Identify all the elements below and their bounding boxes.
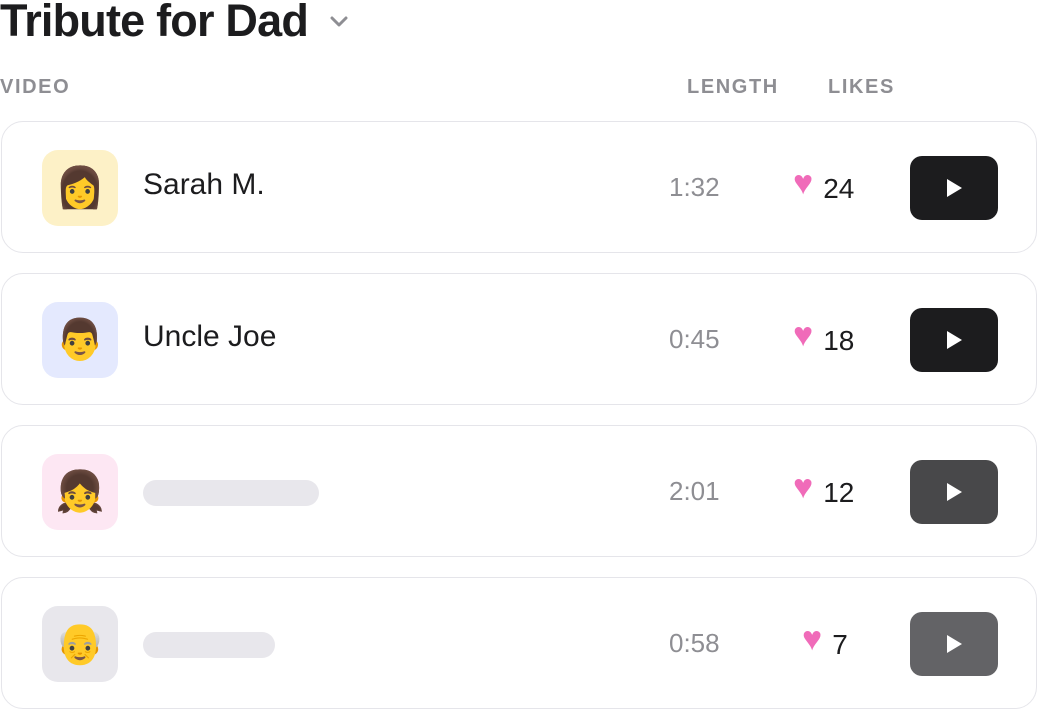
likes-count: 7 xyxy=(832,629,848,660)
likes-count-group: ♥ 24 xyxy=(793,166,855,204)
video-length: 0:45 xyxy=(669,324,720,354)
video-length: 2:01 xyxy=(669,476,720,506)
video-row[interactable]: 👨 Uncle Joe 0:45 ♥ 18 xyxy=(1,273,1037,405)
column-header-length: LENGTH xyxy=(687,76,779,98)
heart-icon: ♥ xyxy=(793,468,814,506)
play-button[interactable] xyxy=(910,308,998,372)
contributor-name: Uncle Joe xyxy=(143,320,277,353)
heart-icon: ♥ xyxy=(793,164,814,202)
video-row[interactable]: 👴 0:58 ♥ 7 xyxy=(1,577,1037,709)
page-title: Tribute for Dad xyxy=(0,0,309,46)
name-placeholder xyxy=(143,632,275,658)
chevron-down-icon[interactable] xyxy=(330,16,348,28)
heart-icon: ♥ xyxy=(802,620,823,658)
play-icon xyxy=(947,483,962,501)
likes-count: 18 xyxy=(823,325,855,356)
play-icon xyxy=(947,179,962,197)
play-button[interactable] xyxy=(910,612,998,676)
likes-count-group: ♥ 12 xyxy=(793,470,855,508)
likes-count-group: ♥ 18 xyxy=(793,318,855,356)
likes-count-group: ♥ 7 xyxy=(802,622,848,660)
contributor-name: Sarah M. xyxy=(143,168,265,201)
video-row[interactable]: 👩 Sarah M. 1:32 ♥ 24 xyxy=(1,121,1037,253)
likes-count: 12 xyxy=(823,477,855,508)
video-length: 1:32 xyxy=(669,172,720,202)
avatar: 👨 xyxy=(42,302,118,378)
play-icon xyxy=(947,635,962,653)
avatar: 👴 xyxy=(42,606,118,682)
avatar: 👧 xyxy=(42,454,118,530)
play-button[interactable] xyxy=(910,156,998,220)
title-dropdown[interactable]: Tribute for Dad xyxy=(0,0,348,46)
video-length: 0:58 xyxy=(669,628,720,658)
video-row[interactable]: 👧 2:01 ♥ 12 xyxy=(1,425,1037,557)
likes-count: 24 xyxy=(823,173,855,204)
column-header-likes: LIKES xyxy=(828,76,895,98)
tribute-page: Tribute for Dad VIDEO LENGTH LIKES 👩 Sar… xyxy=(0,0,1042,713)
name-placeholder xyxy=(143,480,319,506)
column-header-video: VIDEO xyxy=(0,76,71,98)
play-icon xyxy=(947,331,962,349)
heart-icon: ♥ xyxy=(793,316,814,354)
play-button[interactable] xyxy=(910,460,998,524)
avatar: 👩 xyxy=(42,150,118,226)
